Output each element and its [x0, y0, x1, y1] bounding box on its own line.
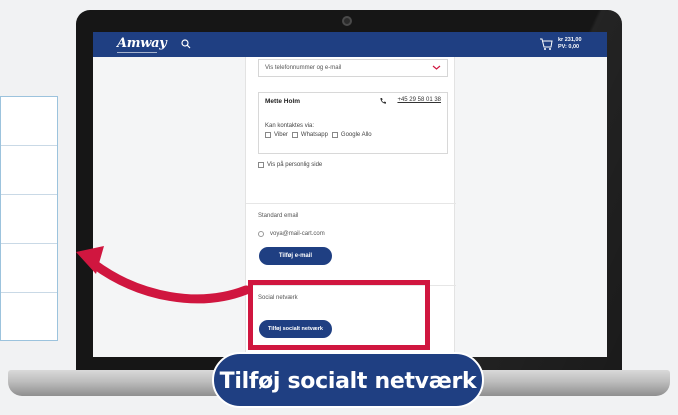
- email-option[interactable]: voya@mail-cart.com: [258, 231, 325, 237]
- option-label: Google Allo: [340, 132, 372, 138]
- viber-checkbox[interactable]: [265, 132, 271, 138]
- contact-display-select[interactable]: Vis telefonnummer og e-mail: [258, 59, 448, 77]
- callout-add-social-network-button[interactable]: Tilføj socialt netværk: [212, 352, 484, 408]
- section-divider: [246, 203, 456, 204]
- show-on-page-label: Vis på personlig side: [267, 162, 323, 168]
- option-label: Whatsapp: [300, 132, 328, 138]
- email-address: voya@mail-cart.com: [270, 231, 325, 237]
- list-row: [1, 244, 57, 293]
- google-allo-checkbox[interactable]: [331, 132, 338, 138]
- contact-options: Viber Whatsapp Google Allo: [265, 132, 372, 138]
- add-email-button[interactable]: Tilføj e-mail: [259, 247, 332, 265]
- contact-via-label: Kan kontaktes via:: [265, 123, 315, 129]
- select-value: Vis telefonnummer og e-mail: [265, 65, 342, 71]
- cart-icon[interactable]: [539, 37, 553, 51]
- top-navigation-bar: Amway kr 231,00 PV: 0,00: [93, 32, 607, 57]
- show-on-page-checkbox[interactable]: [258, 162, 264, 168]
- list-row: [1, 195, 57, 244]
- search-icon[interactable]: [181, 39, 191, 49]
- amway-logo[interactable]: Amway: [117, 36, 167, 51]
- list-row: [1, 146, 57, 195]
- list-row: [1, 293, 57, 342]
- contact-name: Mette Holm: [265, 98, 301, 105]
- contact-card: Mette Holm +45 29 58 01 38 Kan kontaktes…: [258, 92, 448, 154]
- option-google-allo[interactable]: Google Allo: [331, 132, 372, 138]
- phone-icon: [380, 98, 386, 104]
- logo-underline: [117, 52, 157, 53]
- cart-pv: PV: 0,00: [558, 44, 580, 50]
- cart-amount: kr 231,00: [558, 37, 582, 43]
- email-section-label: Standard email: [258, 213, 299, 219]
- highlight-box: [248, 280, 430, 350]
- whatsapp-checkbox[interactable]: [291, 132, 298, 138]
- list-row: [1, 97, 57, 146]
- chevron-down-icon: [432, 65, 441, 70]
- curved-arrow-icon: [76, 246, 251, 304]
- option-viber[interactable]: Viber: [265, 132, 288, 138]
- contact-phone-link[interactable]: +45 29 58 01 38: [397, 97, 441, 103]
- background-list: [0, 96, 58, 341]
- show-on-page-option[interactable]: Vis på personlig side: [258, 162, 322, 168]
- option-whatsapp[interactable]: Whatsapp: [291, 132, 328, 138]
- option-label: Viber: [274, 132, 288, 138]
- camera-icon: [342, 16, 352, 26]
- cart-summary[interactable]: kr 231,00 PV: 0,00: [558, 37, 582, 51]
